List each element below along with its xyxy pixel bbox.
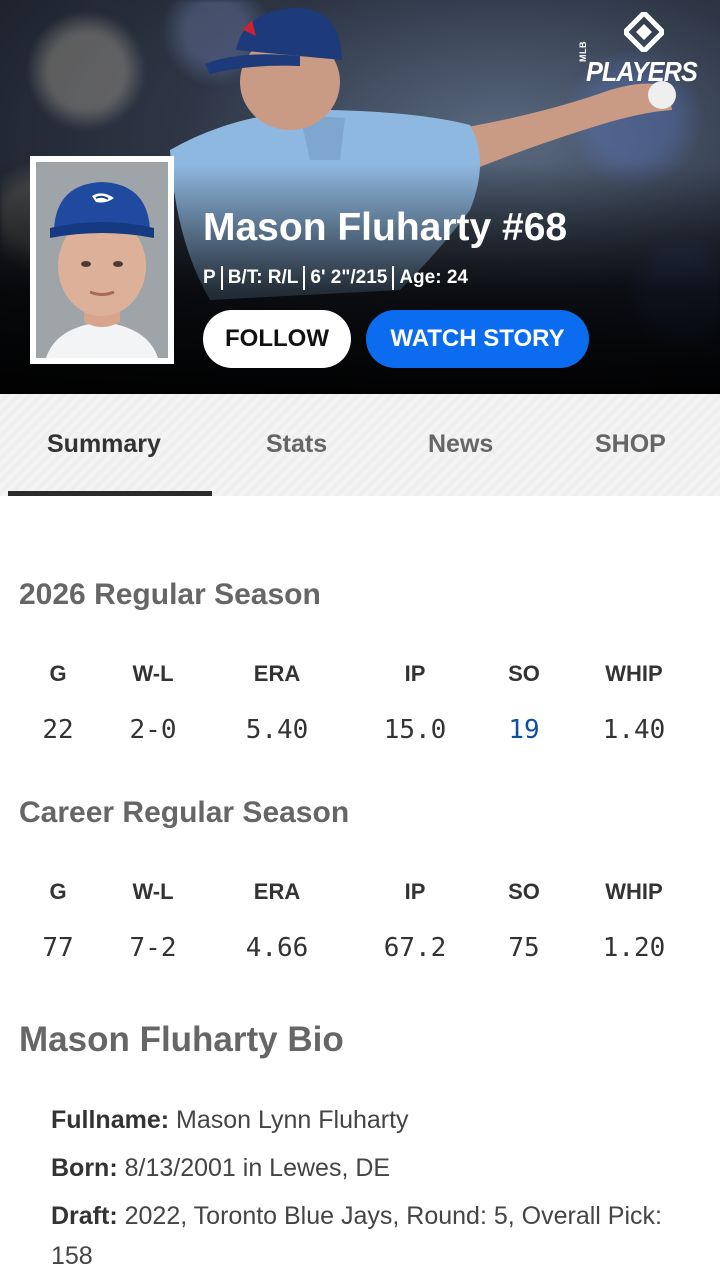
players-wordmark: PLAYERS — [586, 56, 698, 87]
player-name: Mason Fluharty #68 — [203, 206, 568, 249]
career-header-wl: W-L — [132, 879, 174, 904]
bio-fullname-label: Fullname: — [51, 1106, 170, 1134]
bio-draft-value: 2022, Toronto Blue Jays, Round: 5, Overa… — [51, 1202, 662, 1270]
tab-bar: Summary Stats News SHOP — [0, 394, 720, 496]
career-value-g: 77 — [42, 933, 74, 963]
season-value-ip: 15.0 — [383, 715, 447, 745]
bio-born: Born: 8/13/2001 in Lewes, DE — [51, 1148, 681, 1188]
career-header-whip: WHIP — [605, 879, 663, 904]
headshot-image — [36, 162, 168, 358]
mlb-players-logo: MLB PLAYERS — [576, 12, 706, 88]
season-header-wl: W-L — [132, 661, 174, 686]
bio-draft-label: Draft: — [51, 1202, 118, 1230]
season-value-g: 22 — [42, 715, 74, 745]
season-value-wl: 2-0 — [129, 715, 177, 745]
bio-title: Mason Fluharty Bio — [19, 1020, 344, 1059]
bio-fullname: Fullname: Mason Lynn Fluharty — [51, 1100, 681, 1140]
season-value-era: 5.40 — [245, 715, 309, 745]
meta-divider — [303, 266, 306, 290]
players-diamond-icon — [624, 12, 664, 52]
meta-position: P — [203, 267, 216, 288]
season-header-so: SO — [508, 661, 540, 686]
bio-details: Fullname: Mason Lynn Fluharty Born: 8/13… — [51, 1100, 681, 1280]
career-value-so: 75 — [508, 933, 540, 963]
meta-divider — [392, 266, 395, 290]
meta-bats-throws: B/T: R/L — [227, 267, 299, 288]
career-header-so: SO — [508, 879, 540, 904]
follow-button[interactable]: FOLLOW — [203, 310, 351, 368]
bio-fullname-value: Mason Lynn Fluharty — [176, 1106, 409, 1134]
career-stats-title: Career Regular Season — [19, 796, 350, 829]
tab-shop[interactable]: SHOP — [595, 430, 666, 459]
player-headshot — [30, 156, 174, 364]
bio-born-label: Born: — [51, 1154, 118, 1182]
player-hero: MLB PLAYERS Mason Fluharty #68 P B/T: R/… — [0, 0, 720, 394]
meta-height-weight: 6' 2"/215 — [310, 267, 388, 288]
season-value-whip: 1.40 — [602, 715, 666, 745]
watch-story-button[interactable]: WATCH STORY — [366, 310, 589, 368]
meta-divider — [220, 266, 223, 290]
season-header-g: G — [49, 661, 67, 686]
season-header-ip: IP — [404, 661, 426, 686]
season-header-whip: WHIP — [605, 661, 663, 686]
bio-born-value: 8/13/2001 in Lewes, DE — [124, 1154, 391, 1182]
career-value-era: 4.66 — [245, 933, 309, 963]
active-tab-indicator — [8, 491, 212, 496]
career-value-whip: 1.20 — [602, 933, 666, 963]
season-header-era: ERA — [253, 661, 301, 686]
career-header-ip: IP — [404, 879, 426, 904]
meta-age: Age: 24 — [399, 267, 468, 288]
career-header-g: G — [49, 879, 67, 904]
bio-draft: Draft: 2022, Toronto Blue Jays, Round: 5… — [51, 1196, 681, 1276]
tab-summary[interactable]: Summary — [47, 430, 161, 459]
career-value-wl: 7-2 — [129, 933, 177, 963]
career-value-ip: 67.2 — [383, 933, 447, 963]
season-value-so-link[interactable]: 19 — [508, 715, 539, 745]
tab-stats[interactable]: Stats — [266, 430, 327, 459]
season-stats-title: 2026 Regular Season — [19, 578, 321, 611]
career-header-era: ERA — [253, 879, 301, 904]
player-meta: P B/T: R/L 6' 2"/215 Age: 24 — [203, 266, 468, 290]
tab-news[interactable]: News — [428, 430, 493, 459]
